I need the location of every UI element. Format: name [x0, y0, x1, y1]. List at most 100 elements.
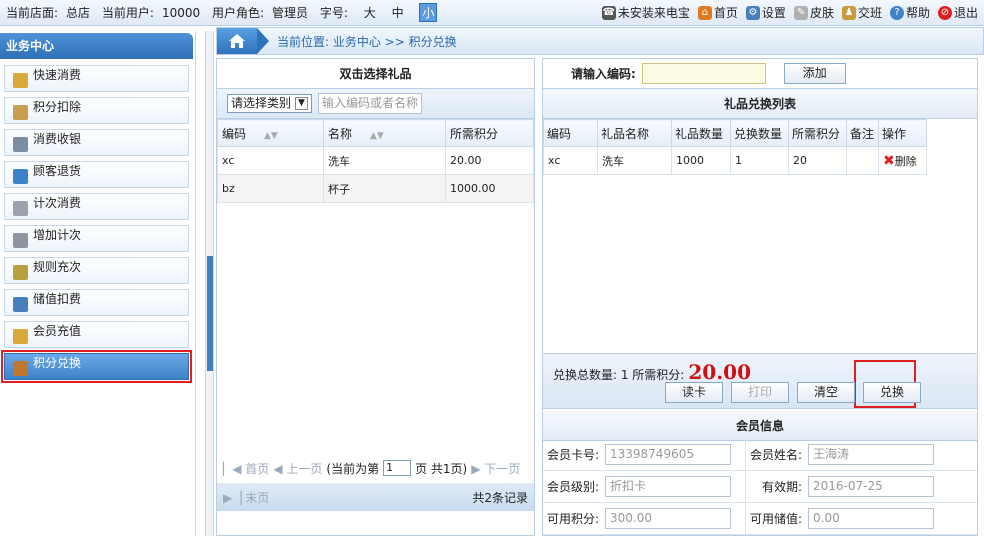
sidebar-item-label: 计次消费: [33, 196, 82, 210]
gift-search-input[interactable]: 输入编码或者名称: [318, 93, 423, 114]
breadcrumb-text: 当前位置: 业务中心 >> 积分兑换: [277, 34, 457, 49]
pager: ▏◀ 首页 ◀ 上一页 (当前为第 1 页 共1页) ▶ 下一页: [217, 457, 534, 479]
sidebar-item-count-consume[interactable]: 计次消费: [4, 193, 189, 220]
phone-icon: ☎: [601, 5, 616, 20]
page-status-prefix: (当前为第: [326, 461, 380, 476]
store-label: 当前店面:: [6, 6, 59, 20]
name-field[interactable]: 王海涛: [808, 444, 934, 465]
role-value: 管理员: [272, 6, 309, 20]
column-header: 编码: [543, 119, 598, 147]
table-row: xc 洗车 1000 1 20 ✖删除: [543, 146, 927, 175]
table-row[interactable]: bz 杯子 1000.00: [217, 174, 534, 203]
points-label: 可用积分:: [546, 512, 599, 526]
sidebar-item-label: 增加计次: [33, 228, 82, 242]
table-row[interactable]: xc 洗车 20.00: [217, 146, 534, 175]
action-buttons: 读卡 打印 清空 兑换: [665, 382, 921, 403]
column-header-label: 所需积分: [450, 126, 499, 141]
column-header: 兑换数量: [730, 119, 789, 147]
sidebar-item-points-exchange[interactable]: 积分兑换: [1, 350, 192, 383]
sidebar-item-points-deduct[interactable]: 积分扣除: [4, 97, 189, 124]
exchange-table: 编码 礼品名称 礼品数量 兑换数量 所需积分 备注 操作 xc 洗车 1000 …: [543, 119, 927, 175]
settings-icon: ⚙: [745, 5, 760, 20]
skin-link[interactable]: ✎ 皮肤: [793, 4, 834, 21]
return-icon: [13, 169, 28, 184]
sidebar-item-label: 积分兑换: [33, 356, 82, 370]
column-header[interactable]: 名称 ▲▼: [323, 119, 446, 147]
expiry-field[interactable]: 2016-07-25: [808, 476, 934, 497]
code-input[interactable]: [641, 63, 766, 84]
page-status-suffix: 页 共1页): [415, 461, 468, 476]
name-label: 会员姓名:: [749, 448, 802, 462]
home-icon[interactable]: [217, 28, 269, 54]
chevron-down-icon: ▼: [295, 97, 309, 110]
sidebar-item-label: 顾客退货: [33, 164, 82, 178]
help-icon: ?: [889, 5, 904, 20]
table-cell: 1000.00: [445, 174, 534, 203]
delete-link[interactable]: ✖删除: [883, 153, 917, 169]
coin-stack-icon: [13, 329, 28, 344]
shift-icon: ♟: [841, 5, 856, 20]
top-bar: 当前店面: 总店 当前用户: 10000 用户角色: 管理员 字号: 大 中 小 ☎ 未…: [0, 0, 984, 26]
remark-cell[interactable]: [846, 146, 879, 175]
exchange-panel: 请输入编码: 添加 礼品兑换列表 编码 礼品名称 礼品数量 兑换数量 所需积分 …: [542, 58, 978, 536]
rule-icon: [13, 265, 28, 280]
sidebar-item-checkout[interactable]: 消费收银: [4, 129, 189, 156]
add-button[interactable]: 添加: [783, 63, 846, 84]
column-header[interactable]: 所需积分: [445, 119, 534, 147]
summary-points: 20.00: [688, 360, 751, 384]
skin-icon: ✎: [793, 5, 808, 20]
prev-page-icon: ◀: [273, 461, 283, 476]
sidebar-item-rule-recharge[interactable]: 规则充次: [4, 257, 189, 284]
counter-icon: [13, 201, 28, 216]
read-card-button[interactable]: 读卡: [665, 382, 723, 403]
balance-field[interactable]: 0.00: [808, 508, 934, 529]
card-field[interactable]: 13398749605: [605, 444, 731, 465]
user-label: 当前用户:: [101, 6, 154, 20]
table-cell: bz: [217, 174, 324, 203]
money-bag-icon: [13, 361, 28, 376]
panel-splitter[interactable]: [205, 31, 214, 536]
first-page-label: 首页: [245, 461, 270, 476]
font-size-small[interactable]: 小: [419, 3, 438, 22]
quantity-cell[interactable]: 1: [730, 146, 789, 175]
last-page-link[interactable]: ▶▕ 末页: [223, 489, 269, 506]
help-link[interactable]: ? 帮助: [889, 4, 930, 21]
sidebar-item-label: 储值扣费: [33, 292, 82, 306]
level-field[interactable]: 折扣卡: [605, 476, 731, 497]
shift-link[interactable]: ♟ 交班: [841, 4, 882, 21]
gift-table: 编码 ▲▼ 名称 ▲▼ 所需积分 xc 洗车 20.00 bz 杯子 1000.00: [217, 119, 534, 203]
sidebar-item-add-count[interactable]: 增加计次: [4, 225, 189, 252]
category-select[interactable]: 请选择类别 ▼: [227, 94, 313, 113]
sidebar-title: 业务中心: [0, 33, 193, 59]
collapse-handle[interactable]: [207, 256, 213, 371]
first-page-link[interactable]: ▏◀ 首页: [223, 460, 269, 477]
logout-link[interactable]: ⊘ 退出: [937, 4, 978, 21]
sidebar-item-member-recharge[interactable]: 会员充值: [4, 321, 189, 348]
next-page-icon: ▶: [471, 461, 481, 476]
next-page-link[interactable]: ▶ 下一页: [471, 460, 520, 477]
sidebar-item-label: 消费收银: [33, 132, 82, 146]
sidebar-item-quick-consume[interactable]: 快速消费: [4, 65, 189, 92]
settings-link[interactable]: ⚙ 设置: [745, 4, 786, 21]
page-number-input[interactable]: 1: [383, 460, 412, 476]
home-link[interactable]: ⌂ 首页: [697, 4, 738, 21]
sidebar-item-return[interactable]: 顾客退货: [4, 161, 189, 188]
print-button[interactable]: 打印: [731, 382, 789, 403]
clear-button[interactable]: 清空: [797, 382, 855, 403]
exchange-button[interactable]: 兑换: [863, 382, 921, 403]
column-header[interactable]: 编码 ▲▼: [217, 119, 324, 147]
font-size-medium[interactable]: 中: [392, 4, 404, 21]
column-header: 礼品数量: [671, 119, 731, 147]
shift-link-label: 交班: [857, 6, 882, 20]
table-cell: 20: [788, 146, 847, 175]
sidebar-menu: 快速消费 积分扣除 消费收银 顾客退货 计次消费 增加计次 规则充次 储值扣费 …: [0, 59, 195, 383]
top-links: ☎ 未安装来电宝 ⌂ 首页 ⚙ 设置 ✎ 皮肤 ♟ 交班 ? 帮助 ⊘ 退出: [601, 4, 978, 21]
table-cell: 20.00: [445, 146, 534, 175]
summary-line: 兑换总数量: 1 所需积分: 20.00: [553, 360, 751, 384]
points-field[interactable]: 300.00: [605, 508, 731, 529]
column-header: 所需积分: [788, 119, 847, 147]
prev-page-link[interactable]: ◀ 上一页: [273, 460, 322, 477]
phone-link[interactable]: ☎ 未安装来电宝: [601, 4, 690, 21]
font-size-large[interactable]: 大: [364, 4, 376, 21]
sidebar-item-stored-deduct[interactable]: 储值扣费: [4, 289, 189, 316]
